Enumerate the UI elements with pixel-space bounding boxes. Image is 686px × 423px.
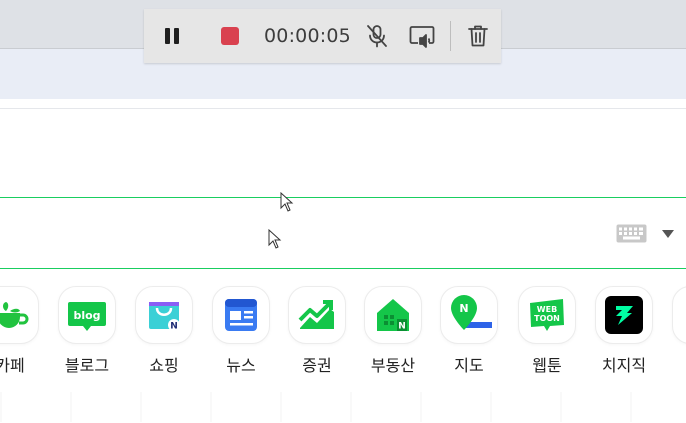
search-box [0, 197, 686, 269]
search-input[interactable] [4, 204, 598, 264]
trash-icon [468, 25, 488, 47]
shortcut-label: 치지직 [601, 356, 647, 375]
recording-timer: 00:00:05 [264, 25, 351, 47]
browser-page: 00:00:05 카페 blog 블로그 N 쇼핑 뉴스 증권 N 부동산 N … [0, 0, 686, 423]
shortcut-label: 웹툰 [532, 356, 562, 375]
mouse-cursor-icon [268, 229, 282, 249]
background-texture [0, 392, 686, 422]
shortcut-chzzk[interactable]: 치지직 [593, 286, 655, 376]
shopping-badge: N [170, 322, 178, 332]
chevron-down-icon[interactable] [662, 230, 674, 238]
news-tile [212, 286, 270, 344]
stock-chart-icon [298, 300, 334, 329]
screen-recorder-bar: 00:00:05 [144, 9, 501, 63]
webtoon-text-toon: TOON [534, 314, 560, 323]
shortcut-label: 카페 [0, 356, 25, 375]
webtoon-icon: WEB TOON [530, 299, 564, 331]
pause-button[interactable] [158, 9, 186, 63]
shortcut-news[interactable]: 뉴스 [210, 286, 272, 376]
shortcut-label: 부동산 [370, 356, 416, 375]
keyboard-icon[interactable] [616, 224, 647, 243]
shortcut-cafe[interactable]: 카페 [0, 286, 41, 376]
shortcut-more[interactable] [670, 286, 686, 344]
pause-icon [165, 28, 179, 44]
shortcut-label: 뉴스 [226, 356, 256, 375]
shortcut-label: 쇼핑 [149, 356, 179, 375]
shortcut-label: 지도 [454, 356, 484, 375]
chzzk-icon [605, 296, 643, 334]
shortcut-label: 증권 [302, 356, 332, 375]
toolbar-divider [450, 21, 451, 51]
mic-muted-icon [367, 25, 387, 48]
map-badge: N [459, 302, 468, 315]
real-estate-badge: N [398, 322, 406, 332]
shortcut-real-estate[interactable]: N 부동산 [362, 286, 424, 376]
stock-tile [288, 286, 346, 344]
screen-cast-button[interactable] [407, 9, 437, 63]
shortcut-map[interactable]: N 지도 [438, 286, 500, 376]
mouse-cursor-icon [280, 192, 294, 212]
shopping-bag-icon: N [149, 302, 180, 332]
shortcut-stock[interactable]: 증권 [286, 286, 348, 376]
shortcut-shopping[interactable]: N 쇼핑 [133, 286, 195, 376]
webtoon-tile: WEB TOON [518, 286, 576, 344]
discard-button[interactable] [464, 9, 492, 63]
chzzk-tile [595, 286, 653, 344]
cafe-icon [0, 302, 29, 328]
more-tile [672, 286, 686, 344]
stop-icon [221, 27, 239, 45]
shortcut-label: 블로그 [64, 356, 110, 375]
webtoon-text-web: WEB [537, 305, 557, 314]
news-icon [225, 299, 257, 331]
shortcut-webtoon[interactable]: WEB TOON 웹툰 [516, 286, 578, 376]
real-estate-tile: N [364, 286, 422, 344]
screen-cast-icon [409, 26, 435, 48]
real-estate-icon: N [377, 299, 409, 332]
microphone-toggle[interactable] [363, 9, 391, 63]
shortcut-blog[interactable]: blog 블로그 [56, 286, 118, 376]
shopping-tile: N [135, 286, 193, 344]
map-tile: N [440, 286, 498, 344]
blog-icon: blog [68, 302, 106, 331]
stop-button[interactable] [216, 9, 244, 63]
blog-tile-text: blog [73, 309, 100, 322]
divider [0, 108, 686, 109]
blog-tile: blog [58, 286, 116, 344]
map-pin-icon: N [451, 295, 492, 330]
cafe-tile [0, 286, 39, 344]
